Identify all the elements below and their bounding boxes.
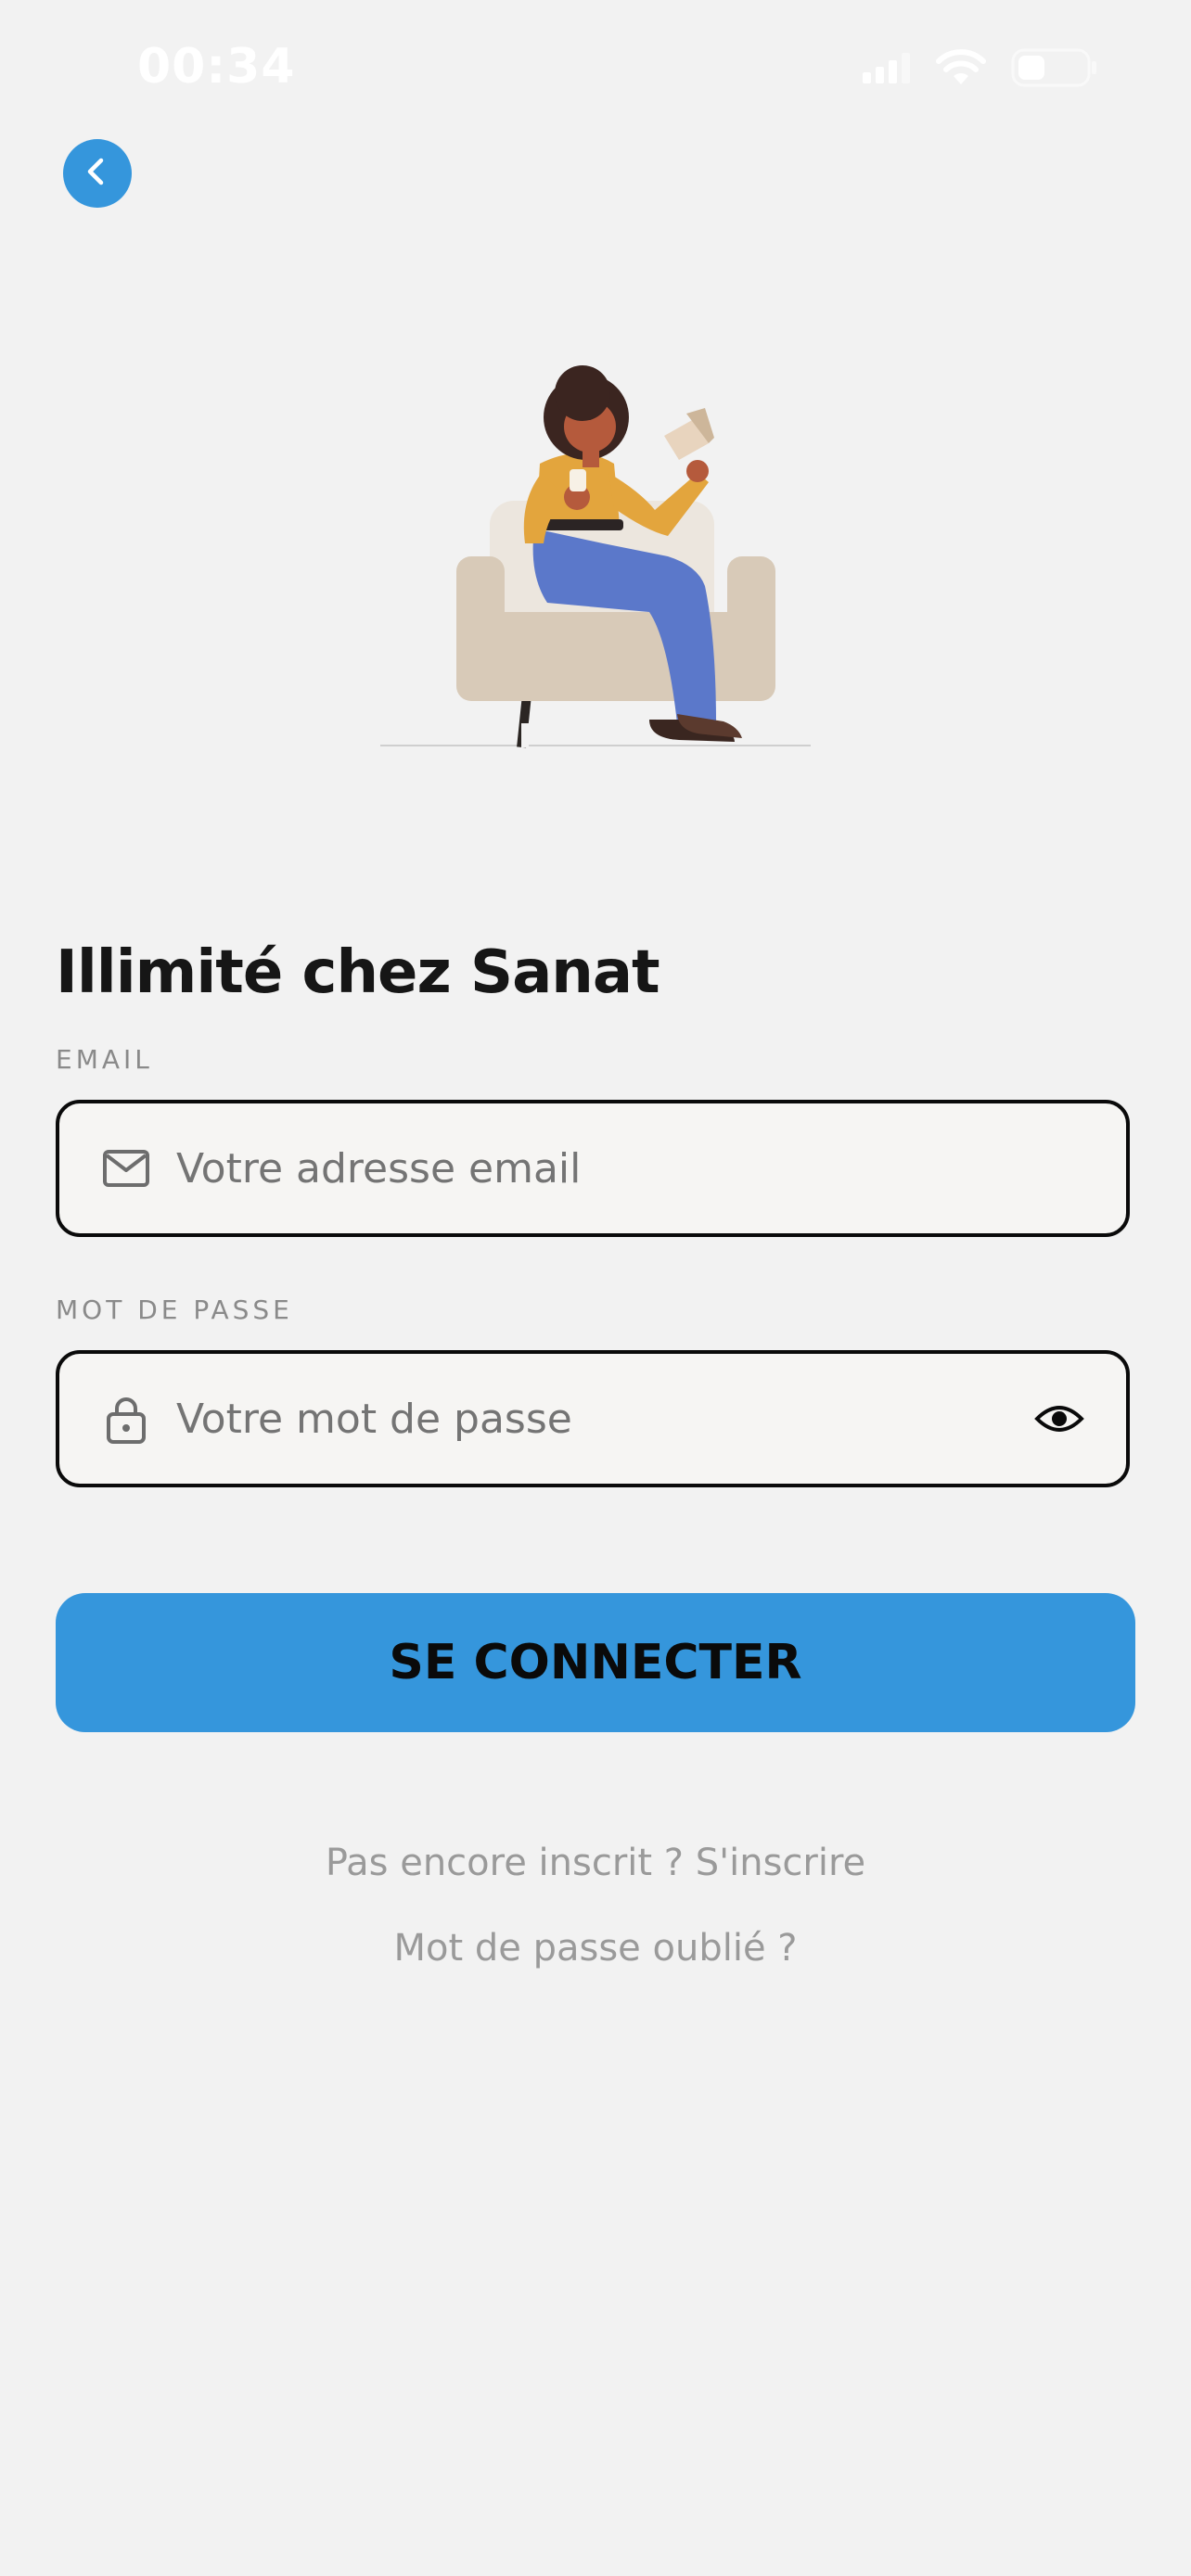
woman-reading-in-armchair-illustration <box>371 334 816 760</box>
envelope-icon <box>102 1144 150 1192</box>
battery-icon <box>1011 48 1098 92</box>
status-bar: 00:34 <box>0 0 1191 139</box>
status-icons <box>863 48 1098 92</box>
chevron-left-icon <box>81 155 114 193</box>
wifi-icon <box>935 49 987 91</box>
cellular-signal-icon <box>863 52 911 88</box>
email-label: EMAIL <box>56 1044 153 1075</box>
page-title: Illimité chez Sanat <box>56 938 660 1007</box>
password-field-container[interactable] <box>56 1350 1130 1487</box>
lock-icon <box>102 1395 150 1444</box>
email-field-container[interactable] <box>56 1100 1130 1237</box>
password-label: MOT DE PASSE <box>56 1294 293 1325</box>
back-button[interactable] <box>63 139 132 208</box>
signup-link[interactable]: Pas encore inscrit ? S'inscrire <box>0 1842 1191 1884</box>
status-time: 00:34 <box>137 39 296 95</box>
forgot-password-link[interactable]: Mot de passe oublié ? <box>0 1927 1191 1970</box>
password-input[interactable] <box>176 1354 1031 1484</box>
email-input[interactable] <box>176 1103 1126 1233</box>
connect-button-label: SE CONNECTER <box>389 1635 802 1690</box>
eye-icon[interactable] <box>1031 1391 1087 1447</box>
connect-button[interactable]: SE CONNECTER <box>56 1593 1135 1732</box>
